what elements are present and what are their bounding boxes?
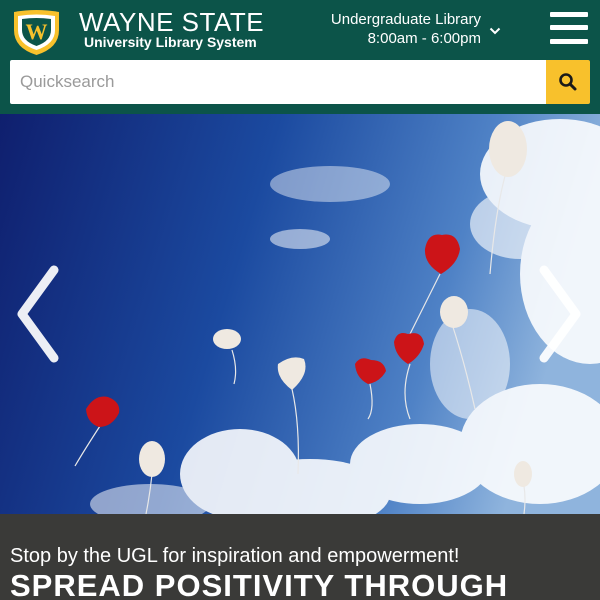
library-name: Undergraduate Library [330, 11, 481, 28]
wayne-state-shield-icon[interactable]: W [10, 8, 63, 56]
slide-caption[interactable]: Stop by the UGL for inspiration and empo… [0, 514, 600, 600]
library-hours: 8:00am - 6:00pm [367, 30, 481, 47]
chevron-right-icon[interactable] [536, 264, 586, 364]
site-header: W WAYNE STATE University Library System … [0, 0, 600, 114]
hero-carousel [0, 114, 600, 514]
search-button[interactable] [546, 60, 590, 104]
chevron-down-icon [489, 27, 501, 35]
balloons-slide-image [0, 114, 600, 514]
caption-headline: SPREAD POSITIVITY THROUGH [10, 568, 509, 600]
brand-title[interactable]: WAYNE STATE [79, 7, 264, 37]
chevron-left-icon[interactable] [12, 264, 62, 364]
search-input[interactable] [10, 60, 546, 104]
logo-letter: W [26, 19, 48, 44]
caption-subtitle: Stop by the UGL for inspiration and empo… [10, 545, 460, 567]
search-icon [559, 73, 577, 91]
brand-subtitle[interactable]: University Library System [84, 34, 257, 50]
library-selector[interactable]: Undergraduate Library 8:00am - 6:00pm [318, 8, 508, 50]
hamburger-menu-icon[interactable] [548, 10, 590, 46]
